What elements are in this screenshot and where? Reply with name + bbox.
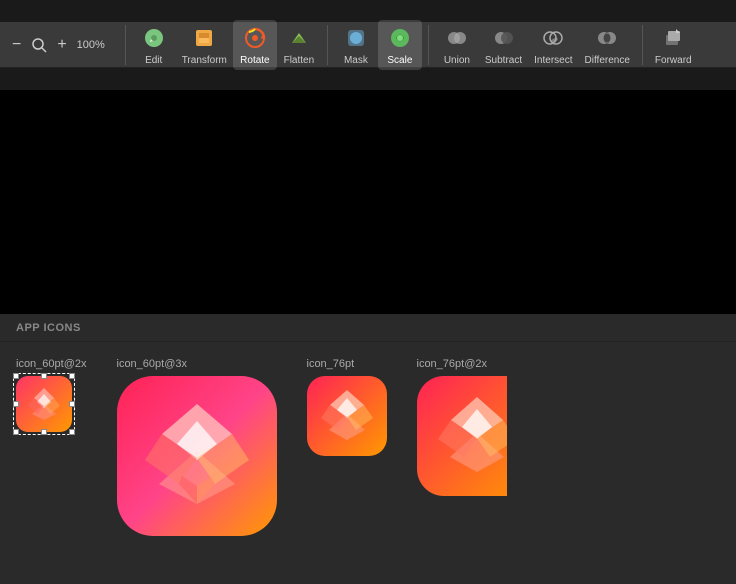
toolbar-flatten[interactable]: Flatten [277, 20, 321, 70]
toolbar-divider-1 [125, 25, 126, 65]
icons-grid: icon_60pt@2x [0, 342, 736, 584]
scale-label: Scale [387, 55, 412, 66]
selection-handle-tl [13, 373, 19, 379]
toolbar-divider-4 [642, 25, 643, 65]
app-icons-section: APP ICONS icon_60pt@2x [0, 314, 736, 584]
list-item[interactable]: icon_60pt@2x [16, 358, 87, 432]
list-item[interactable]: icon_60pt@3x [117, 358, 277, 536]
forward-label: Forward [655, 55, 692, 66]
intersect-label: Intersect [534, 55, 572, 66]
flatten-label: Flatten [284, 55, 315, 66]
forward-icon [659, 24, 687, 52]
selection-handle-tr [69, 373, 75, 379]
list-item[interactable]: icon_76pt@2x [417, 358, 507, 496]
icon-selected-wrapper [16, 376, 72, 432]
toolbar-mask[interactable]: Mask [334, 20, 378, 70]
transform-label: Transform [182, 55, 227, 66]
toolbar-divider-2 [327, 25, 328, 65]
union-icon [443, 24, 471, 52]
transform-icon [190, 24, 218, 52]
mask-icon [342, 24, 370, 52]
mask-label: Mask [344, 55, 368, 66]
toolbar-intersect[interactable]: Intersect [528, 20, 578, 70]
selection-handle-tm [41, 373, 47, 379]
toolbar-difference[interactable]: Difference [579, 20, 636, 70]
rotate-icon [241, 24, 269, 52]
selection-handle-bl [13, 429, 19, 435]
icon-label: icon_76pt [307, 358, 355, 370]
toolbar-edit[interactable]: Edit [132, 20, 176, 70]
icon-label: icon_60pt@2x [16, 358, 87, 370]
icon-label: icon_76pt@2x [417, 358, 488, 370]
zoom-icon [29, 35, 49, 55]
selection-handle-bm [41, 429, 47, 435]
icon-60pt-3x [117, 376, 277, 536]
edit-label: Edit [145, 55, 162, 66]
zoom-level: 100% [75, 39, 107, 51]
subtract-icon [490, 24, 518, 52]
list-item[interactable]: icon_76pt [307, 358, 387, 456]
selection-handle-rm [69, 401, 75, 407]
section-header: APP ICONS [0, 314, 736, 342]
union-label: Union [444, 55, 470, 66]
zoom-controls: − + 100% [8, 35, 107, 55]
icon-60pt-2x [16, 376, 72, 432]
canvas-area[interactable]: APP ICONS icon_60pt@2x [0, 90, 736, 584]
toolbar-transform[interactable]: Transform [176, 20, 233, 70]
rotate-label: Rotate [240, 55, 269, 66]
zoom-out-button[interactable]: − [8, 35, 25, 55]
icon-label: icon_60pt@3x [117, 358, 188, 370]
flatten-icon [285, 24, 313, 52]
toolbar-rotate[interactable]: Rotate [233, 20, 277, 70]
main-content: APP ICONS icon_60pt@2x [0, 90, 736, 584]
scale-icon [386, 24, 414, 52]
toolbar-scale[interactable]: Scale [378, 20, 422, 70]
difference-icon [593, 24, 621, 52]
selection-handle-lm [13, 401, 19, 407]
selection-handle-br [69, 429, 75, 435]
toolbar-subtract[interactable]: Subtract [479, 20, 528, 70]
subtract-label: Subtract [485, 55, 522, 66]
icon-76pt [307, 376, 387, 456]
toolbar: − + 100% Edit Tr [0, 22, 736, 68]
icon-76pt-2x [417, 376, 507, 496]
edit-icon [140, 24, 168, 52]
zoom-in-button[interactable]: + [53, 35, 70, 55]
difference-label: Difference [585, 55, 630, 66]
toolbar-forward[interactable]: Forward [649, 20, 698, 70]
toolbar-divider-3 [428, 25, 429, 65]
toolbar-union[interactable]: Union [435, 20, 479, 70]
intersect-icon [539, 24, 567, 52]
